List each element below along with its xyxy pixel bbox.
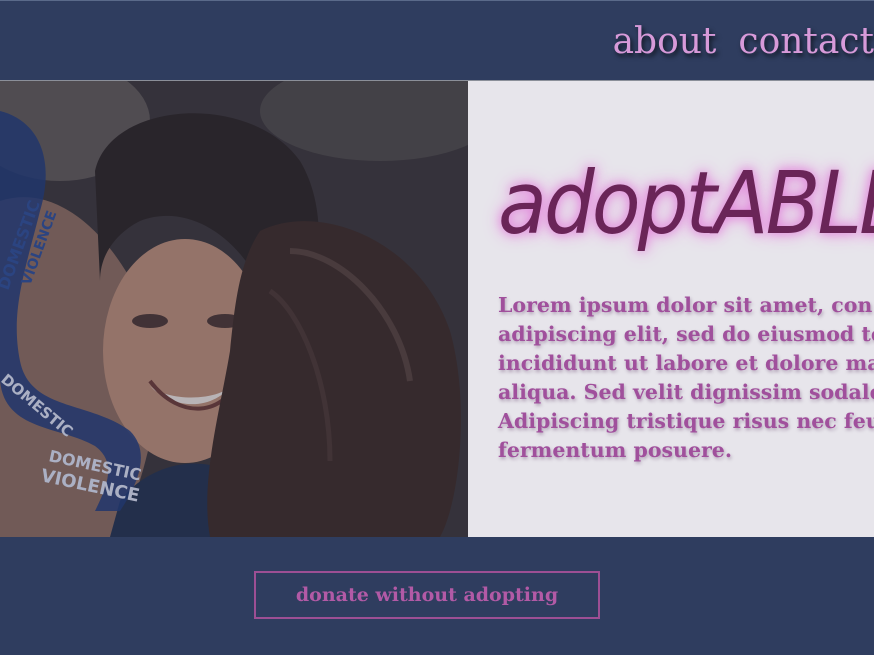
hero-section: DOMESTIC VIOLENCE DOMESTIC VIOLENCE DOME… bbox=[0, 80, 874, 538]
page: about contact DOMESTIC VIOLENCE DOMESTIC… bbox=[0, 0, 874, 655]
intro-text-line: incididunt ut labore et dolore ma bbox=[498, 351, 874, 375]
donate-button[interactable]: donate without adopting bbox=[254, 571, 600, 619]
intro-text-line: adipiscing elit, sed do eiusmod te bbox=[498, 322, 874, 346]
nav-link-contact[interactable]: contact bbox=[738, 21, 874, 71]
intro-text-line: Lorem ipsum dolor sit amet, con bbox=[498, 293, 873, 317]
intro-text-line: Adipiscing tristique risus nec feu bbox=[498, 409, 874, 433]
intro-text: Lorem ipsum dolor sit amet, con adipisci… bbox=[498, 291, 874, 465]
footer: donate without adopting bbox=[0, 537, 874, 655]
nav-link-about[interactable]: about bbox=[613, 21, 717, 71]
header: about contact bbox=[0, 0, 874, 81]
intro-text-line: fermentum posuere. bbox=[498, 438, 732, 462]
top-nav: about contact bbox=[613, 21, 874, 71]
intro-text-line: aliqua. Sed velit dignissim sodale bbox=[498, 380, 874, 404]
intro-panel: adoptABLE Lorem ipsum dolor sit amet, co… bbox=[468, 81, 874, 537]
brand-title: adoptABLE bbox=[498, 153, 874, 254]
photo-overlay bbox=[0, 81, 468, 537]
hero-photo: DOMESTIC VIOLENCE DOMESTIC VIOLENCE DOME… bbox=[0, 81, 468, 537]
